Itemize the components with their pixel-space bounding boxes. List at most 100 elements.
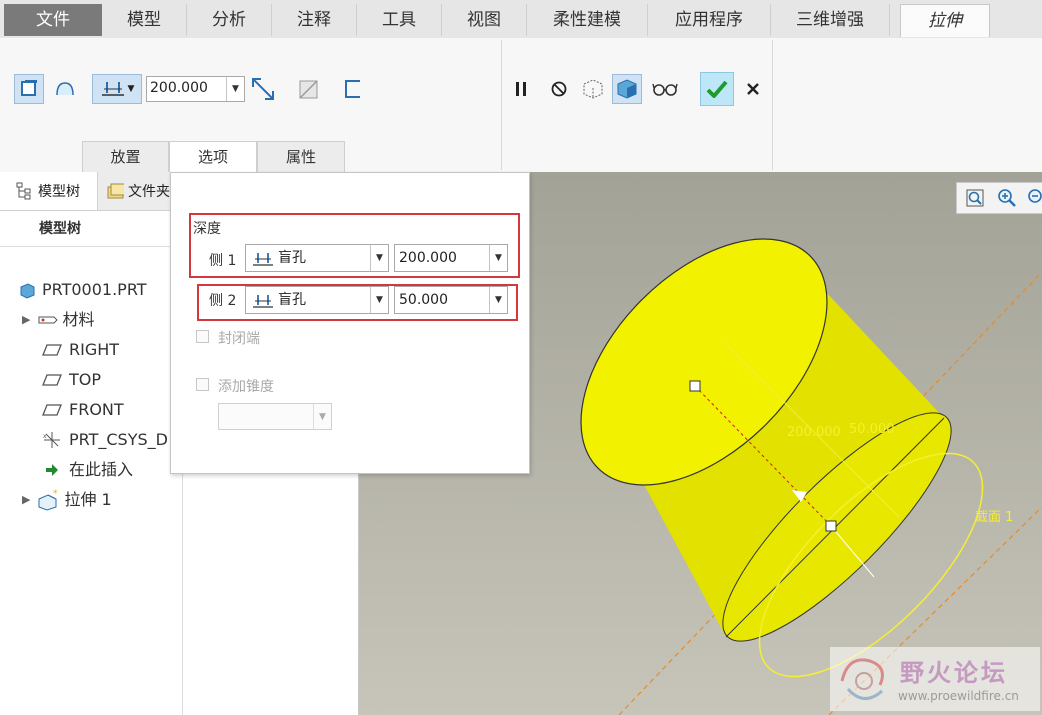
pause-icon[interactable] (506, 74, 536, 104)
side1-type-select[interactable]: 盲孔 ▼ (245, 244, 389, 272)
tab-folder-browser[interactable]: 文件夹 (106, 172, 170, 210)
menu-tab-annotate[interactable]: 注释 (272, 4, 357, 36)
watermark-url: www.proewildfire.cn (898, 689, 1019, 703)
tree-item-right-plane[interactable]: RIGHT (42, 336, 119, 364)
confirm-check-icon (706, 80, 728, 98)
dimension-label-side2[interactable]: 50.000 (849, 422, 895, 437)
svg-text:*: * (53, 489, 58, 499)
side2-label: 侧 2 (209, 293, 237, 309)
tree-item-label: 材料 (62, 310, 95, 329)
datum-plane-icon (42, 344, 62, 356)
part-icon (20, 283, 35, 299)
add-taper-label: 添加锥度 (218, 379, 274, 395)
menu-tab-file[interactable]: 文件 (4, 4, 102, 36)
tree-item-label: RIGHT (69, 340, 120, 359)
drag-handle[interactable] (689, 380, 701, 392)
thicken-icon[interactable] (338, 74, 368, 104)
capped-ends-label: 封闭端 (218, 331, 260, 347)
watermark-title: 野火论坛 (900, 659, 1008, 687)
tree-item-label: FRONT (69, 400, 124, 419)
tree-item-label: 在此插入 (69, 460, 134, 479)
depth-value-text: 200.000 (150, 80, 208, 96)
dimension-label-side1[interactable]: 200.000 (787, 425, 841, 440)
svg-text:x: x (43, 433, 47, 440)
cancel-button[interactable] (738, 74, 768, 104)
menu-tab-3d-enhance[interactable]: 三维增强 (771, 4, 890, 36)
chevron-down-icon[interactable]: ▼ (370, 287, 388, 313)
drag-handle[interactable] (825, 520, 837, 532)
flip-direction-icon[interactable] (248, 74, 278, 104)
glasses-icon[interactable] (650, 74, 680, 104)
datum-plane-icon (42, 404, 62, 416)
ribbon-divider (501, 40, 502, 170)
tree-header: 模型树 (39, 221, 81, 237)
side1-depth-field[interactable]: 200.000 ▼ (394, 244, 508, 272)
material-icon (38, 316, 59, 324)
menu-tab-extrude[interactable]: 拉伸 (900, 4, 990, 37)
subtab-options[interactable]: 选项 (169, 141, 257, 172)
confirm-button[interactable] (700, 72, 734, 106)
chevron-down-icon[interactable]: ▼ (370, 245, 388, 271)
depth-blind-icon (101, 82, 124, 96)
expand-arrow-icon[interactable]: ▶ (22, 306, 30, 334)
tree-item-top-plane[interactable]: TOP (42, 366, 101, 394)
side2-type-select[interactable]: 盲孔 ▼ (245, 286, 389, 314)
solid-icon[interactable] (14, 74, 44, 104)
chevron-down-icon[interactable]: ▼ (489, 245, 507, 271)
tree-item-label: PRT_CSYS_D (69, 430, 168, 449)
insert-arrow-icon (46, 464, 58, 476)
tab-folder-label: 文件夹 (128, 184, 170, 200)
add-taper-checkbox[interactable] (196, 378, 209, 391)
remove-material-icon[interactable] (294, 74, 324, 104)
menu-tab-analysis[interactable]: 分析 (187, 4, 272, 36)
side1-label: 侧 1 (209, 253, 237, 269)
folder-icon (107, 183, 124, 199)
watermark: 野火论坛 www.proewildfire.cn (830, 647, 1040, 711)
tab-model-tree[interactable]: 模型树 (0, 172, 98, 210)
chevron-down-icon[interactable]: ▼ (226, 77, 244, 101)
side1-value-text: 200.000 (399, 250, 457, 266)
ribbon-divider (772, 40, 773, 170)
side1-type-text: 盲孔 (278, 250, 306, 266)
extrude-feature-icon: * (38, 489, 58, 511)
tree-item-part[interactable]: PRT0001.PRT (18, 276, 147, 304)
tab-model-tree-label: 模型树 (38, 184, 80, 200)
subtab-properties[interactable]: 属性 (257, 141, 345, 172)
chevron-down-icon[interactable]: ▼ (313, 404, 331, 429)
depth-blind-icon (253, 253, 273, 266)
menu-tab-applications[interactable]: 应用程序 (648, 4, 771, 36)
menu-tab-flexible-modeling[interactable]: 柔性建模 (527, 4, 648, 36)
options-panel: 深度 侧 1 盲孔 ▼ 200.000 ▼ 侧 2 盲孔 ▼ 50.000 ▼ … (170, 172, 530, 474)
expand-arrow-icon[interactable]: ▶ (22, 486, 30, 514)
depth-blind-icon (253, 295, 273, 308)
zoom-in-icon[interactable] (993, 184, 1021, 212)
chevron-down-icon[interactable]: ▼ (489, 287, 507, 313)
tree-item-csys[interactable]: x PRT_CSYS_D (42, 426, 168, 454)
verify-icon[interactable] (612, 74, 642, 104)
subtab-placement[interactable]: 放置 (82, 141, 169, 172)
depth-value-field[interactable]: 200.000 ▼ (146, 76, 245, 102)
datum-plane-icon (42, 374, 62, 386)
menu-tab-tools[interactable]: 工具 (357, 4, 442, 36)
coordinate-system-icon: x (43, 432, 60, 448)
preview-icon[interactable] (578, 74, 608, 104)
menu-bar: 文件 模型 分析 注释 工具 视图 柔性建模 应用程序 三维增强 拉伸 (0, 0, 1042, 39)
tree-item-extrude-1[interactable]: ▶ * 拉伸 1 (22, 486, 112, 514)
tree-item-front-plane[interactable]: FRONT (42, 396, 124, 424)
menu-tab-model[interactable]: 模型 (102, 4, 187, 36)
view-toolbar (956, 182, 1042, 214)
side2-depth-field[interactable]: 50.000 ▼ (394, 286, 508, 314)
depth-type-dropdown[interactable]: ▼ (92, 74, 142, 104)
tree-item-insert-here[interactable]: 在此插入 (44, 456, 133, 484)
zoom-out-icon[interactable] (1025, 184, 1042, 212)
menu-tab-view[interactable]: 视图 (442, 4, 527, 36)
chevron-down-icon: ▼ (127, 84, 135, 94)
tree-item-label: 拉伸 1 (64, 490, 112, 509)
tree-item-label: TOP (69, 370, 102, 389)
no-preview-icon[interactable] (544, 74, 574, 104)
surface-icon[interactable] (50, 74, 80, 104)
tree-item-material[interactable]: ▶ 材料 (22, 306, 94, 334)
taper-value-field[interactable]: ▼ (218, 403, 332, 430)
capped-ends-checkbox[interactable] (196, 330, 209, 343)
refit-icon[interactable] (961, 184, 989, 212)
